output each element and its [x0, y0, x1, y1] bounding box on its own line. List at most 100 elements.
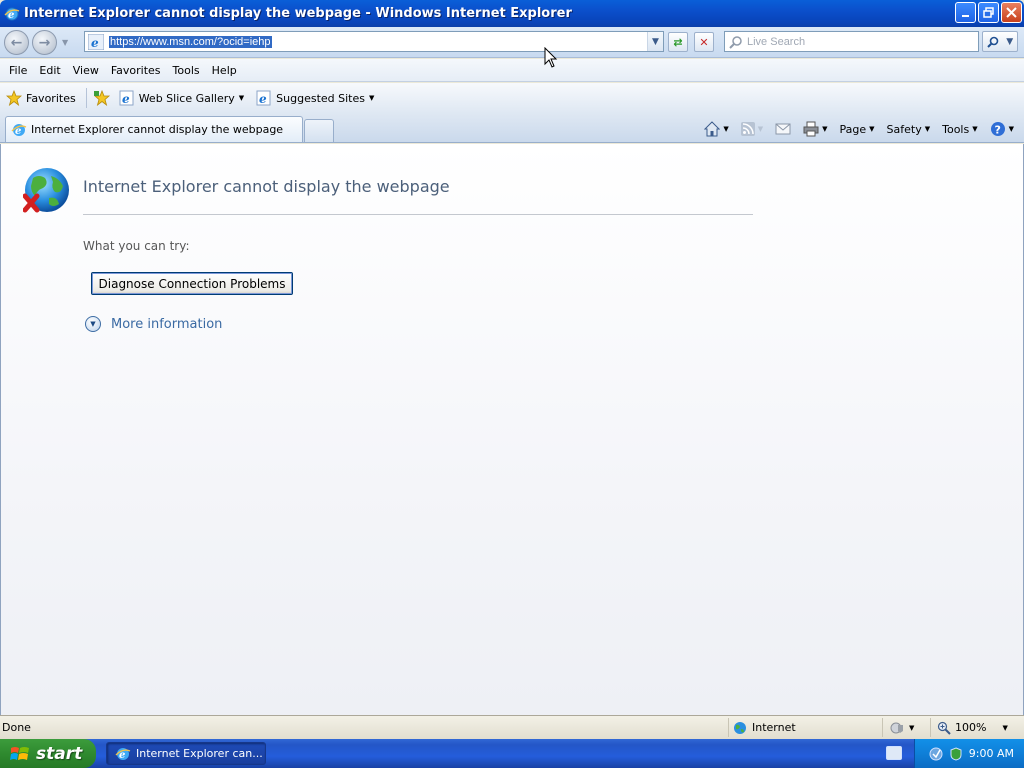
status-bar: Done Internet ▼ 100% ▼	[0, 715, 1024, 739]
close-icon	[1006, 7, 1017, 18]
zoom-dropdown-icon: ▼	[1002, 723, 1008, 732]
feeds-button[interactable]: ▼	[735, 122, 769, 136]
menu-file[interactable]: File	[3, 64, 33, 77]
security-zone[interactable]: Internet	[728, 718, 878, 737]
new-tab-button[interactable]	[304, 119, 334, 142]
search-go-button[interactable]: ▼	[982, 31, 1018, 52]
restore-button[interactable]	[978, 2, 999, 23]
ie-page-icon: e	[119, 90, 134, 106]
zoom-label: 100%	[955, 721, 987, 734]
menu-view[interactable]: View	[67, 64, 105, 77]
close-button[interactable]	[1001, 2, 1022, 23]
tab-label: Internet Explorer cannot display the web…	[31, 123, 284, 136]
magnifier-icon	[987, 36, 999, 48]
clock: 9:00 AM	[968, 747, 1014, 760]
chevron-down-icon: ▼	[924, 125, 931, 133]
address-bar-row: ← → ▼ e https://www.msn.com/?ocid=iehp ▼…	[0, 27, 1024, 58]
window-title: Internet Explorer cannot display the web…	[24, 6, 572, 21]
globe-error-icon	[23, 168, 69, 213]
svg-text:e: e	[122, 92, 130, 106]
safety-menu-button[interactable]: Safety ▼	[881, 123, 937, 136]
keyboard-language-icon[interactable]	[886, 746, 902, 760]
tab-current[interactable]: e Internet Explorer cannot display the w…	[5, 116, 303, 142]
taskbar-ie-icon: e	[115, 747, 131, 761]
svg-text:e: e	[259, 92, 267, 106]
suggested-sites-label: Suggested Sites	[276, 91, 365, 105]
page-menu-button[interactable]: Page ▼	[834, 123, 881, 136]
help-icon: ?	[990, 122, 1005, 137]
windows-logo-icon	[10, 746, 29, 760]
forward-button[interactable]: →	[32, 30, 57, 55]
diagnose-connection-problems-button[interactable]: Diagnose Connection Problems	[91, 272, 293, 295]
add-favorites-star-icon	[93, 90, 110, 106]
restore-icon	[983, 7, 994, 18]
page-content: Internet Explorer cannot display the web…	[0, 144, 1024, 715]
home-dropdown-icon[interactable]: ▼	[723, 125, 728, 133]
security-shield-tray-icon[interactable]	[949, 746, 963, 761]
address-field[interactable]: e https://www.msn.com/?ocid=iehp ▼	[84, 31, 664, 52]
internet-explorer-icon: e	[4, 7, 20, 21]
taskbar: start e Internet Explorer can... 9:00 AM	[0, 739, 1024, 768]
refresh-button[interactable]: ⇄	[668, 32, 688, 52]
rss-feed-icon	[740, 122, 755, 136]
menu-favorites[interactable]: Favorites	[105, 64, 167, 77]
tools-menu-label: Tools	[942, 122, 970, 136]
suggested-sites-link[interactable]: e Suggested Sites ▼	[250, 90, 380, 106]
back-arrow-icon: ←	[10, 34, 23, 51]
help-button[interactable]: ? ▼	[984, 121, 1020, 137]
recent-pages-dropdown-icon[interactable]: ▼	[62, 38, 68, 47]
protected-mode-dropdown-icon: ▼	[909, 723, 915, 732]
feeds-dropdown-icon: ▼	[757, 125, 764, 133]
svg-text:e: e	[91, 36, 99, 50]
web-slice-gallery-link[interactable]: e Web Slice Gallery ▼	[113, 90, 250, 106]
page-ie-icon: e	[88, 33, 104, 50]
help-dropdown-icon[interactable]: ▼	[1009, 125, 1014, 133]
network-tray-icon[interactable]	[929, 747, 943, 761]
refresh-icon: ⇄	[673, 35, 683, 49]
print-dropdown-icon[interactable]: ▼	[822, 125, 827, 133]
back-button[interactable]: ←	[4, 30, 29, 55]
start-button[interactable]: start	[0, 739, 96, 768]
protected-mode-button[interactable]: ▼	[882, 718, 930, 737]
home-button[interactable]: ▼	[698, 121, 734, 137]
more-information-label: More information	[111, 316, 223, 332]
page-title: Internet Explorer cannot display the web…	[83, 177, 450, 196]
forward-arrow-icon: →	[38, 34, 51, 51]
search-input[interactable]: Live Search	[724, 31, 979, 52]
menu-tools[interactable]: Tools	[167, 64, 206, 77]
search-options-dropdown-icon[interactable]: ▼	[1006, 37, 1013, 47]
web-slice-gallery-label: Web Slice Gallery	[138, 91, 235, 105]
menu-bar: File Edit View Favorites Tools Help	[0, 59, 1024, 82]
tools-menu-button[interactable]: Tools ▼	[936, 123, 984, 136]
zoom-level-button[interactable]: 100% ▼	[930, 718, 1010, 737]
print-button[interactable]: ▼	[797, 121, 833, 137]
address-dropdown-icon[interactable]: ▼	[647, 32, 663, 51]
protected-mode-icon	[890, 722, 903, 733]
what-you-can-try-label: What you can try:	[83, 239, 190, 253]
read-mail-button[interactable]	[769, 122, 797, 136]
favorites-button[interactable]: Favorites	[0, 90, 82, 106]
home-icon	[704, 121, 721, 137]
window-controls	[955, 2, 1022, 23]
minimize-button[interactable]	[955, 2, 976, 23]
menu-help[interactable]: Help	[206, 64, 243, 77]
system-tray: 9:00 AM	[914, 739, 1024, 768]
chevron-down-icon: ▼	[368, 94, 375, 102]
minimize-icon	[961, 14, 969, 17]
search-placeholder: Live Search	[747, 35, 806, 48]
mouse-cursor-icon	[544, 47, 558, 68]
zone-label: Internet	[752, 721, 796, 734]
url-text[interactable]: https://www.msn.com/?ocid=iehp	[109, 35, 272, 48]
zoom-magnifier-icon	[937, 721, 951, 735]
favorites-bar: Favorites e Web Slice Gallery ▼ e Sugges…	[0, 83, 1024, 113]
chevron-down-icon: ▼	[869, 125, 875, 133]
page-menu-label: Page	[839, 122, 867, 136]
taskbar-ie-window-button[interactable]: e Internet Explorer can...	[106, 742, 266, 765]
stop-button[interactable]: ✕	[694, 32, 714, 52]
add-to-favorites-bar-button[interactable]	[91, 90, 113, 106]
more-information-link[interactable]: ▼ More information	[85, 316, 222, 332]
favorites-label: Favorites	[26, 91, 76, 105]
menu-edit[interactable]: Edit	[33, 64, 66, 77]
chevron-down-icon: ▼	[238, 94, 245, 102]
favorites-star-icon	[6, 90, 22, 106]
